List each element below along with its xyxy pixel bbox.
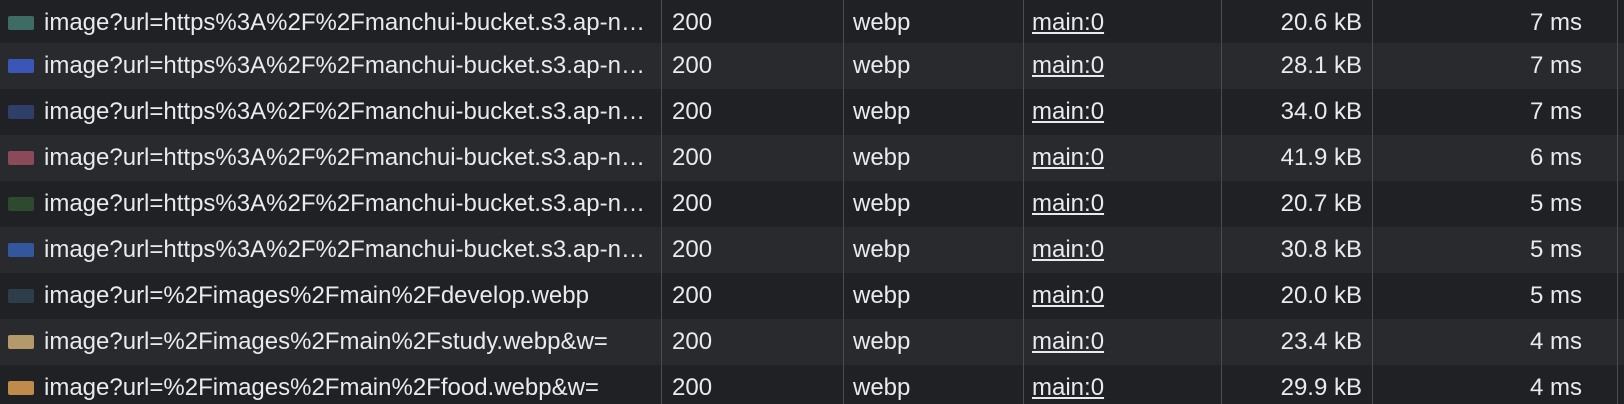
image-thumbnail-icon <box>8 243 34 257</box>
transfer-size: 28.1 kB <box>1280 52 1362 79</box>
request-time: 7 ms <box>1529 52 1582 79</box>
initiator-link[interactable]: main:0 <box>1032 135 1212 181</box>
resource-type: webp <box>853 374 911 401</box>
status-code: 200 <box>672 374 713 401</box>
transfer-size: 29.9 kB <box>1280 374 1362 401</box>
status-code: 200 <box>672 282 713 309</box>
request-time: 5 ms <box>1529 236 1582 263</box>
request-name[interactable]: image?url=%2Fimages%2Fmain%2Ffood.webp&w… <box>44 365 656 404</box>
request-name[interactable]: image?url=https%3A%2F%2Fmanchui-bucket.s… <box>44 181 656 227</box>
resource-type: webp <box>853 9 911 36</box>
thumbnail-cell <box>8 89 34 135</box>
table-row[interactable]: image?url=https%3A%2F%2Fmanchui-bucket.s… <box>0 0 1624 46</box>
thumbnail-cell <box>8 365 34 404</box>
transfer-size: 23.4 kB <box>1280 328 1362 355</box>
initiator-link[interactable]: main:0 <box>1032 89 1212 135</box>
status-code: 200 <box>672 236 713 263</box>
network-request-table: image?url=https%3A%2F%2Fmanchui-bucket.s… <box>0 0 1624 404</box>
table-row[interactable]: image?url=https%3A%2F%2Fmanchui-bucket.s… <box>0 181 1624 227</box>
status-code: 200 <box>672 98 713 125</box>
transfer-size: 41.9 kB <box>1280 144 1362 171</box>
transfer-size: 30.8 kB <box>1280 236 1362 263</box>
status-code: 200 <box>672 328 713 355</box>
thumbnail-cell <box>8 135 34 181</box>
column-divider <box>1617 0 1618 404</box>
table-row[interactable]: image?url=https%3A%2F%2Fmanchui-bucket.s… <box>0 227 1624 273</box>
table-row[interactable]: image?url=%2Fimages%2Fmain%2Ffood.webp&w… <box>0 365 1624 404</box>
image-thumbnail-icon <box>8 335 34 349</box>
resource-type: webp <box>853 328 911 355</box>
initiator-link[interactable]: main:0 <box>1032 227 1212 273</box>
transfer-size: 20.6 kB <box>1280 9 1362 36</box>
column-divider <box>1023 0 1024 404</box>
request-time: 4 ms <box>1529 374 1582 401</box>
thumbnail-cell <box>8 319 34 365</box>
request-time: 5 ms <box>1529 282 1582 309</box>
resource-type: webp <box>853 144 911 171</box>
request-name[interactable]: image?url=https%3A%2F%2Fmanchui-bucket.s… <box>44 0 656 46</box>
image-thumbnail-icon <box>8 197 34 211</box>
table-row[interactable]: image?url=https%3A%2F%2Fmanchui-bucket.s… <box>0 43 1624 89</box>
initiator-link[interactable]: main:0 <box>1032 43 1212 89</box>
status-code: 200 <box>672 9 713 36</box>
initiator-link[interactable]: main:0 <box>1032 273 1212 319</box>
status-code: 200 <box>672 144 713 171</box>
status-code: 200 <box>672 52 713 79</box>
request-name[interactable]: image?url=%2Fimages%2Fmain%2Fdevelop.web… <box>44 273 656 319</box>
request-time: 4 ms <box>1529 328 1582 355</box>
thumbnail-cell <box>8 43 34 89</box>
table-row[interactable]: image?url=%2Fimages%2Fmain%2Fdevelop.web… <box>0 273 1624 319</box>
transfer-size: 20.7 kB <box>1280 190 1362 217</box>
request-time: 5 ms <box>1529 190 1582 217</box>
initiator-link[interactable]: main:0 <box>1032 319 1212 365</box>
thumbnail-cell <box>8 227 34 273</box>
image-thumbnail-icon <box>8 105 34 119</box>
thumbnail-cell <box>8 0 34 46</box>
initiator-link[interactable]: main:0 <box>1032 0 1212 46</box>
image-thumbnail-icon <box>8 381 34 395</box>
initiator-link[interactable]: main:0 <box>1032 365 1212 404</box>
request-time: 7 ms <box>1529 98 1582 125</box>
request-name[interactable]: image?url=https%3A%2F%2Fmanchui-bucket.s… <box>44 43 656 89</box>
transfer-size: 20.0 kB <box>1280 282 1362 309</box>
request-name[interactable]: image?url=%2Fimages%2Fmain%2Fstudy.webp&… <box>44 319 656 365</box>
thumbnail-cell <box>8 181 34 227</box>
image-thumbnail-icon <box>8 151 34 165</box>
request-name[interactable]: image?url=https%3A%2F%2Fmanchui-bucket.s… <box>44 227 656 273</box>
column-divider <box>661 0 662 404</box>
image-thumbnail-icon <box>8 289 34 303</box>
column-divider <box>843 0 844 404</box>
resource-type: webp <box>853 236 911 263</box>
column-divider <box>1372 0 1373 404</box>
request-name[interactable]: image?url=https%3A%2F%2Fmanchui-bucket.s… <box>44 135 656 181</box>
resource-type: webp <box>853 52 911 79</box>
table-row[interactable]: image?url=https%3A%2F%2Fmanchui-bucket.s… <box>0 135 1624 181</box>
request-name[interactable]: image?url=https%3A%2F%2Fmanchui-bucket.s… <box>44 89 656 135</box>
initiator-link[interactable]: main:0 <box>1032 181 1212 227</box>
resource-type: webp <box>853 282 911 309</box>
table-row[interactable]: image?url=%2Fimages%2Fmain%2Fstudy.webp&… <box>0 319 1624 365</box>
table-row[interactable]: image?url=https%3A%2F%2Fmanchui-bucket.s… <box>0 89 1624 135</box>
request-time: 6 ms <box>1529 144 1582 171</box>
column-divider <box>1221 0 1222 404</box>
thumbnail-cell <box>8 273 34 319</box>
status-code: 200 <box>672 190 713 217</box>
request-time: 7 ms <box>1529 9 1582 36</box>
resource-type: webp <box>853 98 911 125</box>
image-thumbnail-icon <box>8 16 34 30</box>
transfer-size: 34.0 kB <box>1280 98 1362 125</box>
image-thumbnail-icon <box>8 59 34 73</box>
resource-type: webp <box>853 190 911 217</box>
